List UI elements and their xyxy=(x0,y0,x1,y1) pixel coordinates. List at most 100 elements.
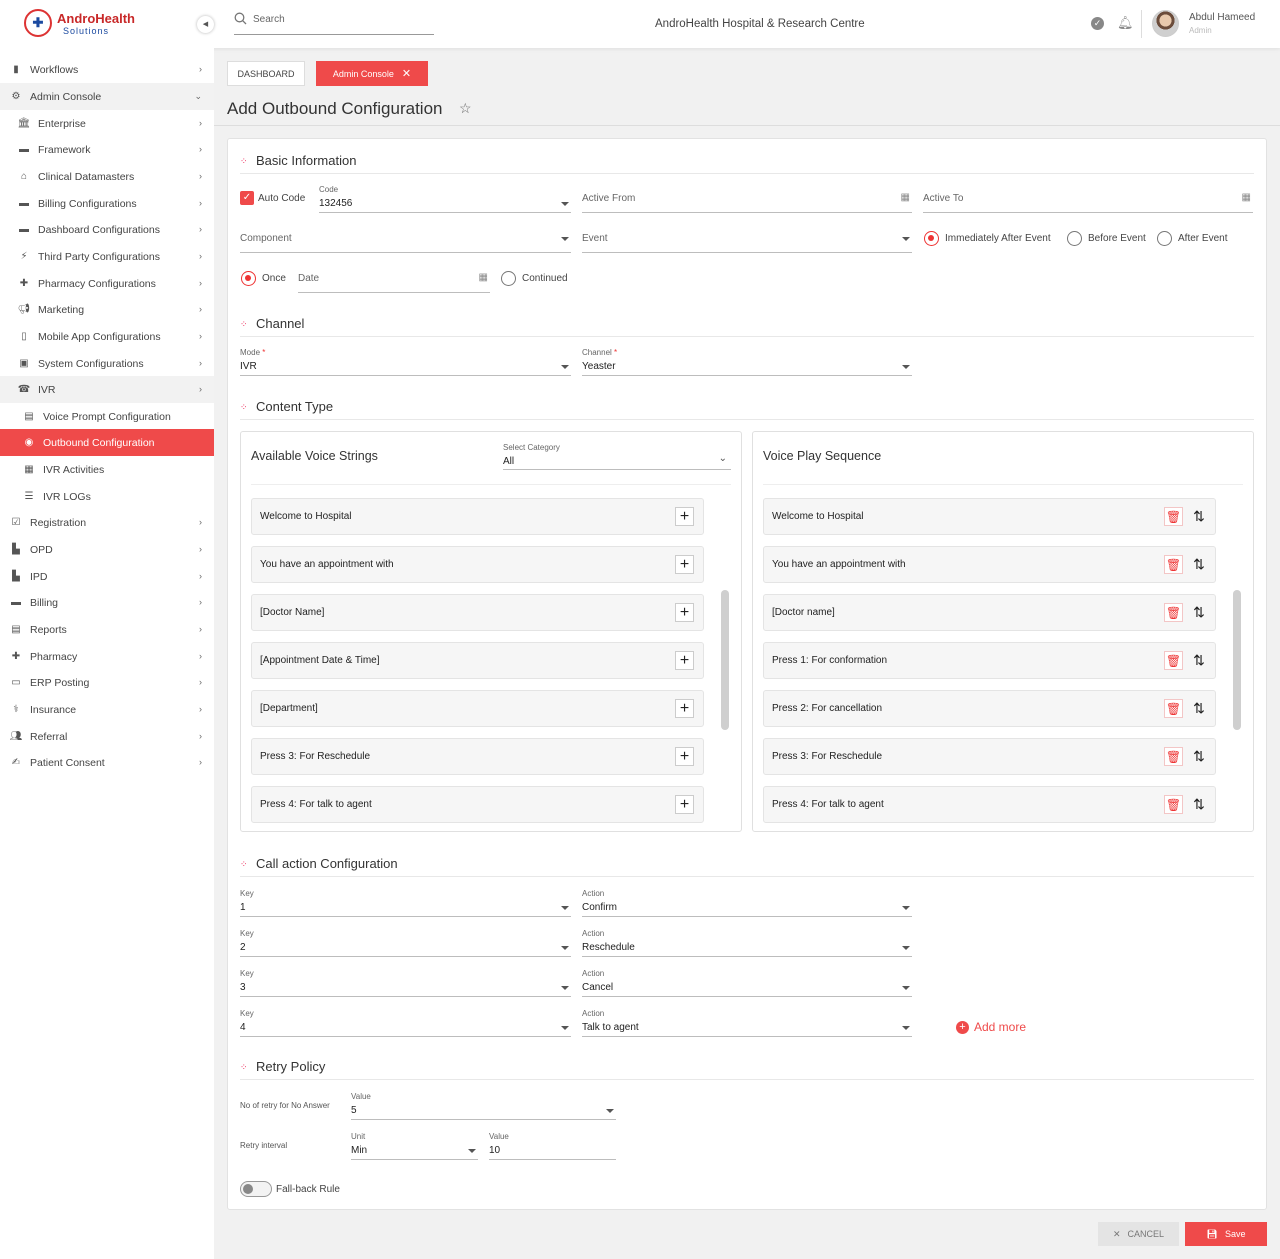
action-select[interactable]: Cancel xyxy=(582,979,912,997)
available-item[interactable]: Press 3: For Reschedule + xyxy=(251,738,704,775)
add-icon[interactable]: + xyxy=(675,747,694,766)
reorder-icon[interactable]: ⇅ xyxy=(1190,698,1208,718)
sidebar-item-framework[interactable]: ▬ Framework › xyxy=(0,136,214,163)
interval-value-input[interactable]: 10 xyxy=(489,1142,616,1160)
sequence-item[interactable]: Press 1: For conformation 🗑︎ ⇅ xyxy=(763,642,1216,679)
verified-icon[interactable]: ✓ xyxy=(1091,17,1104,30)
key-select[interactable]: 4 xyxy=(240,1019,571,1037)
sidebar-item-outbound-configuration[interactable]: ◉ Outbound Configuration xyxy=(0,429,214,456)
before-event-radio[interactable] xyxy=(1067,231,1082,246)
sidebar-item-marketing[interactable]: 📢︎ Marketing › xyxy=(0,296,214,323)
add-icon[interactable]: + xyxy=(675,651,694,670)
date-field[interactable]: Date ▦ xyxy=(298,267,490,293)
unit-select[interactable]: Min xyxy=(351,1142,478,1160)
sidebar-item-ivr[interactable]: ☎︎ IVR › xyxy=(0,376,214,403)
sidebar-item-ivr-activities[interactable]: ▦ IVR Activities xyxy=(0,456,214,483)
sidebar-item-billing[interactable]: ▬ Billing › xyxy=(0,589,214,616)
trash-icon[interactable]: 🗑︎ xyxy=(1164,555,1183,574)
available-item[interactable]: Press 4: For talk to agent + xyxy=(251,786,704,823)
sidebar-item-insurance[interactable]: ⚕ Insurance › xyxy=(0,696,214,723)
reorder-icon[interactable]: ⇅ xyxy=(1190,506,1208,526)
collapse-sidebar-button[interactable]: ◀ xyxy=(197,16,214,33)
tab-admin-console[interactable]: Admin Console ✕ xyxy=(316,61,428,86)
mode-select[interactable]: IVR xyxy=(240,358,571,376)
once-radio[interactable] xyxy=(241,271,256,286)
sequence-item[interactable]: You have an appointment with 🗑︎ ⇅ xyxy=(763,546,1216,583)
sidebar-item-registration[interactable]: ☑ Registration › xyxy=(0,509,214,536)
active-to-field[interactable]: Active To ▦ xyxy=(923,187,1253,213)
scrollbar[interactable] xyxy=(721,590,729,730)
sidebar-item-system-configurations[interactable]: ▣ System Configurations › xyxy=(0,350,214,377)
reorder-icon[interactable]: ⇅ xyxy=(1190,554,1208,574)
trash-icon[interactable]: 🗑︎ xyxy=(1164,747,1183,766)
add-icon[interactable]: + xyxy=(675,555,694,574)
no-answer-select[interactable]: 5 xyxy=(351,1102,616,1120)
key-select[interactable]: 1 xyxy=(240,899,571,917)
reorder-icon[interactable]: ⇅ xyxy=(1190,794,1208,814)
star-icon[interactable]: ☆ xyxy=(459,100,472,117)
sequence-item[interactable]: Press 4: For talk to agent 🗑︎ ⇅ xyxy=(763,786,1216,823)
sidebar-item-pharmacy[interactable]: ✚ Pharmacy › xyxy=(0,643,214,670)
sequence-item[interactable]: Press 2: For cancellation 🗑︎ ⇅ xyxy=(763,690,1216,727)
sidebar-item-opd[interactable]: ▙ OPD › xyxy=(0,536,214,563)
available-item[interactable]: [Appointment Date & Time] + xyxy=(251,642,704,679)
trash-icon[interactable]: 🗑︎ xyxy=(1164,507,1183,526)
sidebar-item-reports[interactable]: ▤ Reports › xyxy=(0,616,214,643)
scrollbar[interactable] xyxy=(1233,590,1241,730)
search-box[interactable]: Search xyxy=(234,10,434,35)
sidebar-item-workflows[interactable]: ▮ Workflows › xyxy=(0,56,214,83)
active-from-field[interactable]: Active From ▦ xyxy=(582,187,912,213)
available-item[interactable]: You have an appointment with + xyxy=(251,546,704,583)
immediately-after-event-radio[interactable] xyxy=(924,231,939,246)
sidebar-item-ipd[interactable]: ▙ IPD › xyxy=(0,563,214,590)
sidebar-item-clinical-datamasters[interactable]: ⌂ Clinical Datamasters › xyxy=(0,163,214,190)
key-select[interactable]: 3 xyxy=(240,979,571,997)
sequence-item[interactable]: Welcome to Hospital 🗑︎ ⇅ xyxy=(763,498,1216,535)
avatar[interactable] xyxy=(1152,10,1179,37)
sidebar-item-dashboard-configurations[interactable]: ▬ Dashboard Configurations › xyxy=(0,216,214,243)
add-more-button[interactable]: + Add more xyxy=(956,1020,1026,1034)
continued-radio[interactable] xyxy=(501,271,516,286)
add-icon[interactable]: + xyxy=(675,699,694,718)
calendar-icon[interactable]: ▦ xyxy=(1242,192,1251,203)
sidebar-item-patient-consent[interactable]: ✍︎ Patient Consent › xyxy=(0,749,214,776)
add-icon[interactable]: + xyxy=(675,603,694,622)
trash-icon[interactable]: 🗑︎ xyxy=(1164,699,1183,718)
sidebar-item-third-party-configurations[interactable]: ⚡︎ Third Party Configurations › xyxy=(0,243,214,270)
sidebar-item-ivr-logs[interactable]: ☰ IVR LOGs xyxy=(0,483,214,510)
reorder-icon[interactable]: ⇅ xyxy=(1190,650,1208,670)
sidebar-item-voice-prompt-configuration[interactable]: ▤ Voice Prompt Configuration xyxy=(0,403,214,430)
close-icon[interactable]: ✕ xyxy=(402,67,411,80)
code-field[interactable]: 132456 xyxy=(319,195,571,213)
calendar-icon[interactable]: ▦ xyxy=(901,192,910,203)
category-select[interactable]: All ⌄ xyxy=(503,453,731,470)
sidebar-item-pharmacy-configurations[interactable]: ✚ Pharmacy Configurations › xyxy=(0,270,214,297)
fallback-toggle[interactable] xyxy=(240,1181,272,1197)
available-item[interactable]: Welcome to Hospital + xyxy=(251,498,704,535)
trash-icon[interactable]: 🗑︎ xyxy=(1164,795,1183,814)
key-select[interactable]: 2 xyxy=(240,939,571,957)
search-input[interactable]: Search xyxy=(253,14,285,25)
event-select[interactable]: Event xyxy=(582,227,912,253)
available-item[interactable]: [Department] + xyxy=(251,690,704,727)
bell-icon[interactable]: 🔔︎ xyxy=(1117,15,1134,31)
calendar-icon[interactable]: ▦ xyxy=(479,272,488,283)
action-select[interactable]: Talk to agent xyxy=(582,1019,912,1037)
sidebar-item-billing-configurations[interactable]: ▬ Billing Configurations › xyxy=(0,190,214,217)
save-button[interactable]: 💾︎ Save xyxy=(1185,1222,1267,1246)
component-select[interactable]: Component xyxy=(240,227,571,253)
sequence-item[interactable]: [Doctor name] 🗑︎ ⇅ xyxy=(763,594,1216,631)
sidebar-item-admin-console[interactable]: ⚙ Admin Console ⌄ xyxy=(0,83,214,110)
sidebar-item-mobile-app-configurations[interactable]: ▯ Mobile App Configurations › xyxy=(0,323,214,350)
sidebar-item-enterprise[interactable]: 🏛︎ Enterprise › xyxy=(0,110,214,137)
tab-dashboard[interactable]: DASHBOARD xyxy=(227,61,305,86)
reorder-icon[interactable]: ⇅ xyxy=(1190,602,1208,622)
add-icon[interactable]: + xyxy=(675,507,694,526)
available-item[interactable]: [Doctor Name] + xyxy=(251,594,704,631)
channel-select[interactable]: Yeaster xyxy=(582,358,912,376)
add-icon[interactable]: + xyxy=(675,795,694,814)
trash-icon[interactable]: 🗑︎ xyxy=(1164,651,1183,670)
auto-code-checkbox[interactable]: ✓ xyxy=(240,191,254,205)
action-select[interactable]: Reschedule xyxy=(582,939,912,957)
trash-icon[interactable]: 🗑︎ xyxy=(1164,603,1183,622)
